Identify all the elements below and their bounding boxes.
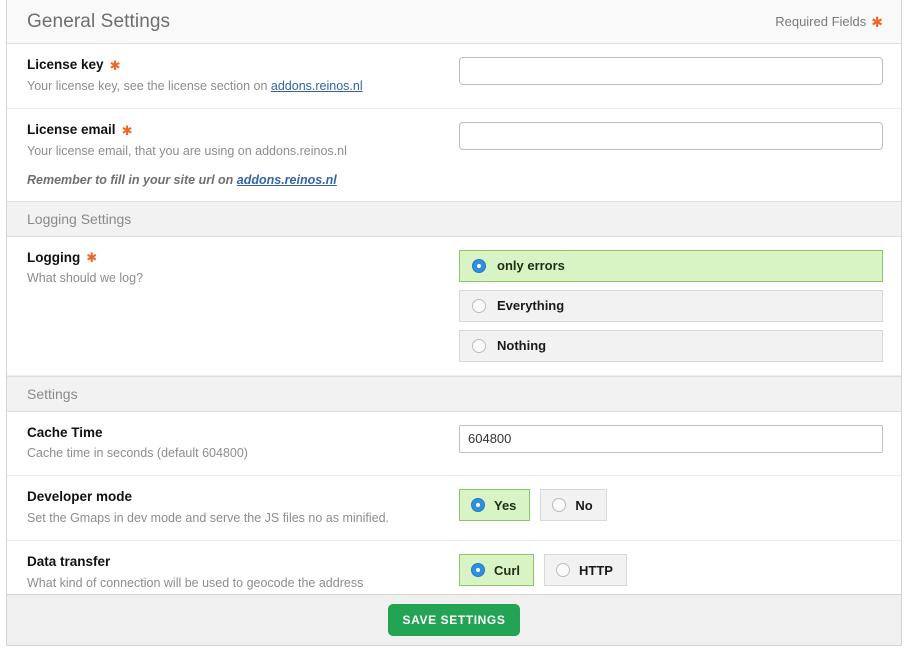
data-transfer-label-text: Data transfer <box>27 554 111 569</box>
section-header-settings: Settings <box>7 375 901 412</box>
license-email-description: Your license email, that you are using o… <box>27 143 347 158</box>
data-transfer-description: What kind of connection will be used to … <box>27 575 364 590</box>
data-transfer-option-label: Curl <box>494 562 520 578</box>
radio-icon[interactable] <box>552 498 567 513</box>
data-transfer-label: Data transfer <box>27 554 445 571</box>
license-email-label-block: License email ✱ Your license email, that… <box>27 122 459 160</box>
asterisk-icon: ✱ <box>121 122 133 138</box>
logging-label-text: Logging <box>27 249 81 265</box>
developer-mode-option-label: No <box>575 497 593 513</box>
logging-description: What should we log? <box>27 271 144 286</box>
radio-icon[interactable] <box>471 563 485 577</box>
radio-icon[interactable] <box>556 563 570 577</box>
row-data-transfer: Data transfer What kind of connection wi… <box>7 541 901 594</box>
logging-options-wrap: only errors Everything Nothing <box>459 249 883 362</box>
required-fields-note: Required Fields ✱ <box>775 14 883 29</box>
cache-time-label: Cache Time <box>27 425 445 442</box>
license-key-label-text: License key <box>27 57 104 72</box>
license-key-link[interactable]: addons.reinos.nl <box>271 79 363 93</box>
developer-mode-option-no[interactable]: No <box>540 489 607 522</box>
logging-option-stack: only errors Everything Nothing <box>459 249 883 362</box>
cache-time-input[interactable] <box>459 424 883 453</box>
radio-icon[interactable] <box>472 338 486 353</box>
logging-option-label: Nothing <box>497 338 547 353</box>
data-transfer-options-wrap: Curl HTTP <box>459 554 883 586</box>
developer-mode-options-wrap: Yes No <box>459 489 883 522</box>
row-license-key: License key ✱ Your license key, see the … <box>7 44 901 109</box>
radio-icon[interactable] <box>472 258 486 273</box>
license-key-label: License key ✱ <box>27 57 445 74</box>
site-url-reminder-text: Remember to fill in your site url on <box>27 172 237 187</box>
logging-option-label: Everything <box>497 298 565 313</box>
developer-mode-label: Developer mode <box>27 489 445 506</box>
section-header-logging: Logging Settings <box>7 200 901 237</box>
radio-icon[interactable] <box>471 498 485 513</box>
logging-option-everything[interactable]: Everything <box>459 289 883 322</box>
license-email-input[interactable] <box>459 121 883 150</box>
save-settings-button[interactable]: SAVE SETTINGS <box>387 604 521 636</box>
asterisk-icon: ✱ <box>871 13 883 30</box>
license-key-field-wrap <box>459 57 883 85</box>
settings-panel: General Settings Required Fields ✱ Licen… <box>6 0 902 646</box>
data-transfer-label-block: Data transfer What kind of connection wi… <box>27 554 459 592</box>
developer-mode-description: Set the Gmaps in dev mode and serve the … <box>27 511 389 526</box>
row-license-email: License email ✱ Your license email, that… <box>7 109 901 173</box>
cache-time-field-wrap <box>459 424 883 453</box>
data-transfer-option-http[interactable]: HTTP <box>544 554 627 586</box>
license-key-description: Your license key, see the license sectio… <box>27 78 445 95</box>
site-url-reminder: Remember to fill in your site url on add… <box>7 173 901 201</box>
license-email-label-text: License email <box>27 121 116 137</box>
panel-header: General Settings Required Fields ✱ <box>7 0 901 44</box>
logging-option-nothing[interactable]: Nothing <box>459 329 883 362</box>
developer-mode-label-text: Developer mode <box>27 489 133 505</box>
developer-mode-option-label: Yes <box>494 497 517 513</box>
radio-icon[interactable] <box>472 298 486 313</box>
panel-footer: SAVE SETTINGS <box>7 594 901 646</box>
row-logging: Logging ✱ What should we log? only error… <box>7 237 901 376</box>
asterisk-icon: ✱ <box>109 57 121 73</box>
cache-time-label-block: Cache Time Cache time in seconds (defaul… <box>27 425 459 463</box>
logging-option-only-errors[interactable]: only errors <box>459 249 883 282</box>
license-key-description-text: Your license key, see the license sectio… <box>27 78 271 93</box>
license-key-input[interactable] <box>459 57 883 85</box>
license-email-field-wrap <box>459 121 883 150</box>
cache-time-description: Cache time in seconds (default 604800) <box>27 446 248 461</box>
developer-mode-option-yes[interactable]: Yes <box>459 489 531 522</box>
page-title: General Settings <box>27 10 171 32</box>
data-transfer-option-curl[interactable]: Curl <box>459 554 534 586</box>
required-fields-label: Required Fields <box>775 14 867 29</box>
data-transfer-option-label: HTTP <box>579 562 613 578</box>
row-developer-mode: Developer mode Set the Gmaps in dev mode… <box>7 476 901 541</box>
logging-label: Logging ✱ <box>27 250 445 267</box>
developer-mode-label-block: Developer mode Set the Gmaps in dev mode… <box>27 489 459 527</box>
logging-label-block: Logging ✱ What should we log? <box>27 250 459 288</box>
logging-option-label: only errors <box>497 258 565 273</box>
license-key-label-block: License key ✱ Your license key, see the … <box>27 57 459 95</box>
developer-mode-option-group: Yes No <box>459 489 883 522</box>
panel-body: License key ✱ Your license key, see the … <box>7 44 901 594</box>
site-url-reminder-link[interactable]: addons.reinos.nl <box>237 173 337 187</box>
row-cache-time: Cache Time Cache time in seconds (defaul… <box>7 412 901 477</box>
asterisk-icon: ✱ <box>86 250 98 266</box>
data-transfer-option-group: Curl HTTP <box>459 554 883 586</box>
license-email-label: License email ✱ <box>27 122 445 139</box>
cache-time-label-text: Cache Time <box>27 424 103 440</box>
